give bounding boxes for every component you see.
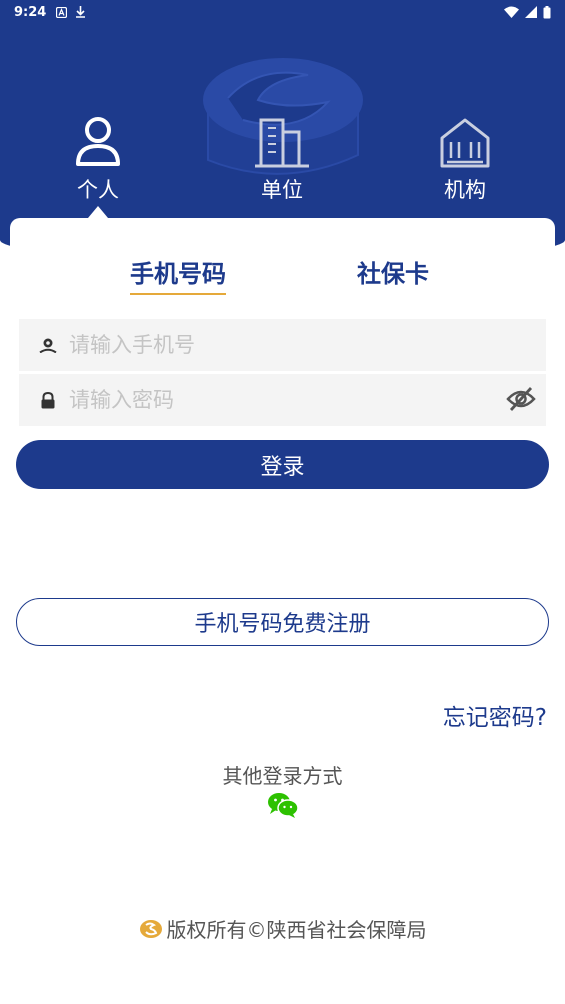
office-building-icon [255, 118, 309, 168]
copyright-text: 版权所有©陕西省社会保障局 [166, 918, 427, 942]
eye-off-icon [506, 387, 536, 411]
role-tab-institution[interactable]: 机构 [410, 116, 520, 204]
login-button[interactable]: 登录 [16, 440, 549, 489]
institution-building-icon [440, 118, 490, 168]
battery-icon [543, 5, 551, 18]
tab-social-security-card[interactable]: 社保卡 [357, 254, 429, 293]
other-login-label: 其他登录方式 [222, 764, 343, 788]
social-insurance-logo-icon [139, 919, 162, 938]
phone-field [19, 319, 546, 371]
role-tab-company[interactable]: 单位 [227, 116, 337, 204]
wechat-icon [268, 793, 299, 818]
role-tab-personal[interactable]: 个人 [43, 116, 153, 204]
signal-icon [525, 6, 537, 18]
status-icons-right [504, 5, 551, 19]
password-field [19, 374, 546, 426]
user-location-icon [39, 338, 57, 353]
tab-phone-number[interactable]: 手机号码 [130, 254, 226, 295]
phone-input[interactable] [69, 333, 469, 357]
person-icon [76, 117, 120, 166]
wechat-login-button[interactable] [267, 792, 299, 822]
role-tab-label: 单位 [261, 178, 303, 202]
login-card: 手机号码 社保卡 登录 手机号码免费注册 忘记密码? 其他登录方式 [10, 218, 555, 998]
register-button[interactable]: 手机号码免费注册 [16, 598, 549, 646]
status-bar: 9:24 [0, 0, 565, 24]
selected-tab-pointer [88, 206, 108, 218]
notification-a-icon [56, 6, 68, 18]
footer: 版权所有©陕西省社会保障局 [10, 914, 555, 943]
status-time: 9:24 [14, 4, 47, 20]
role-tab-label: 个人 [77, 178, 119, 202]
password-visibility-toggle[interactable] [506, 386, 536, 416]
role-tab-label: 机构 [444, 178, 486, 202]
download-icon [75, 6, 86, 18]
lock-icon [41, 391, 55, 408]
forgot-password-link[interactable]: 忘记密码? [443, 698, 547, 732]
password-input[interactable] [69, 388, 469, 412]
wifi-icon [504, 6, 519, 18]
